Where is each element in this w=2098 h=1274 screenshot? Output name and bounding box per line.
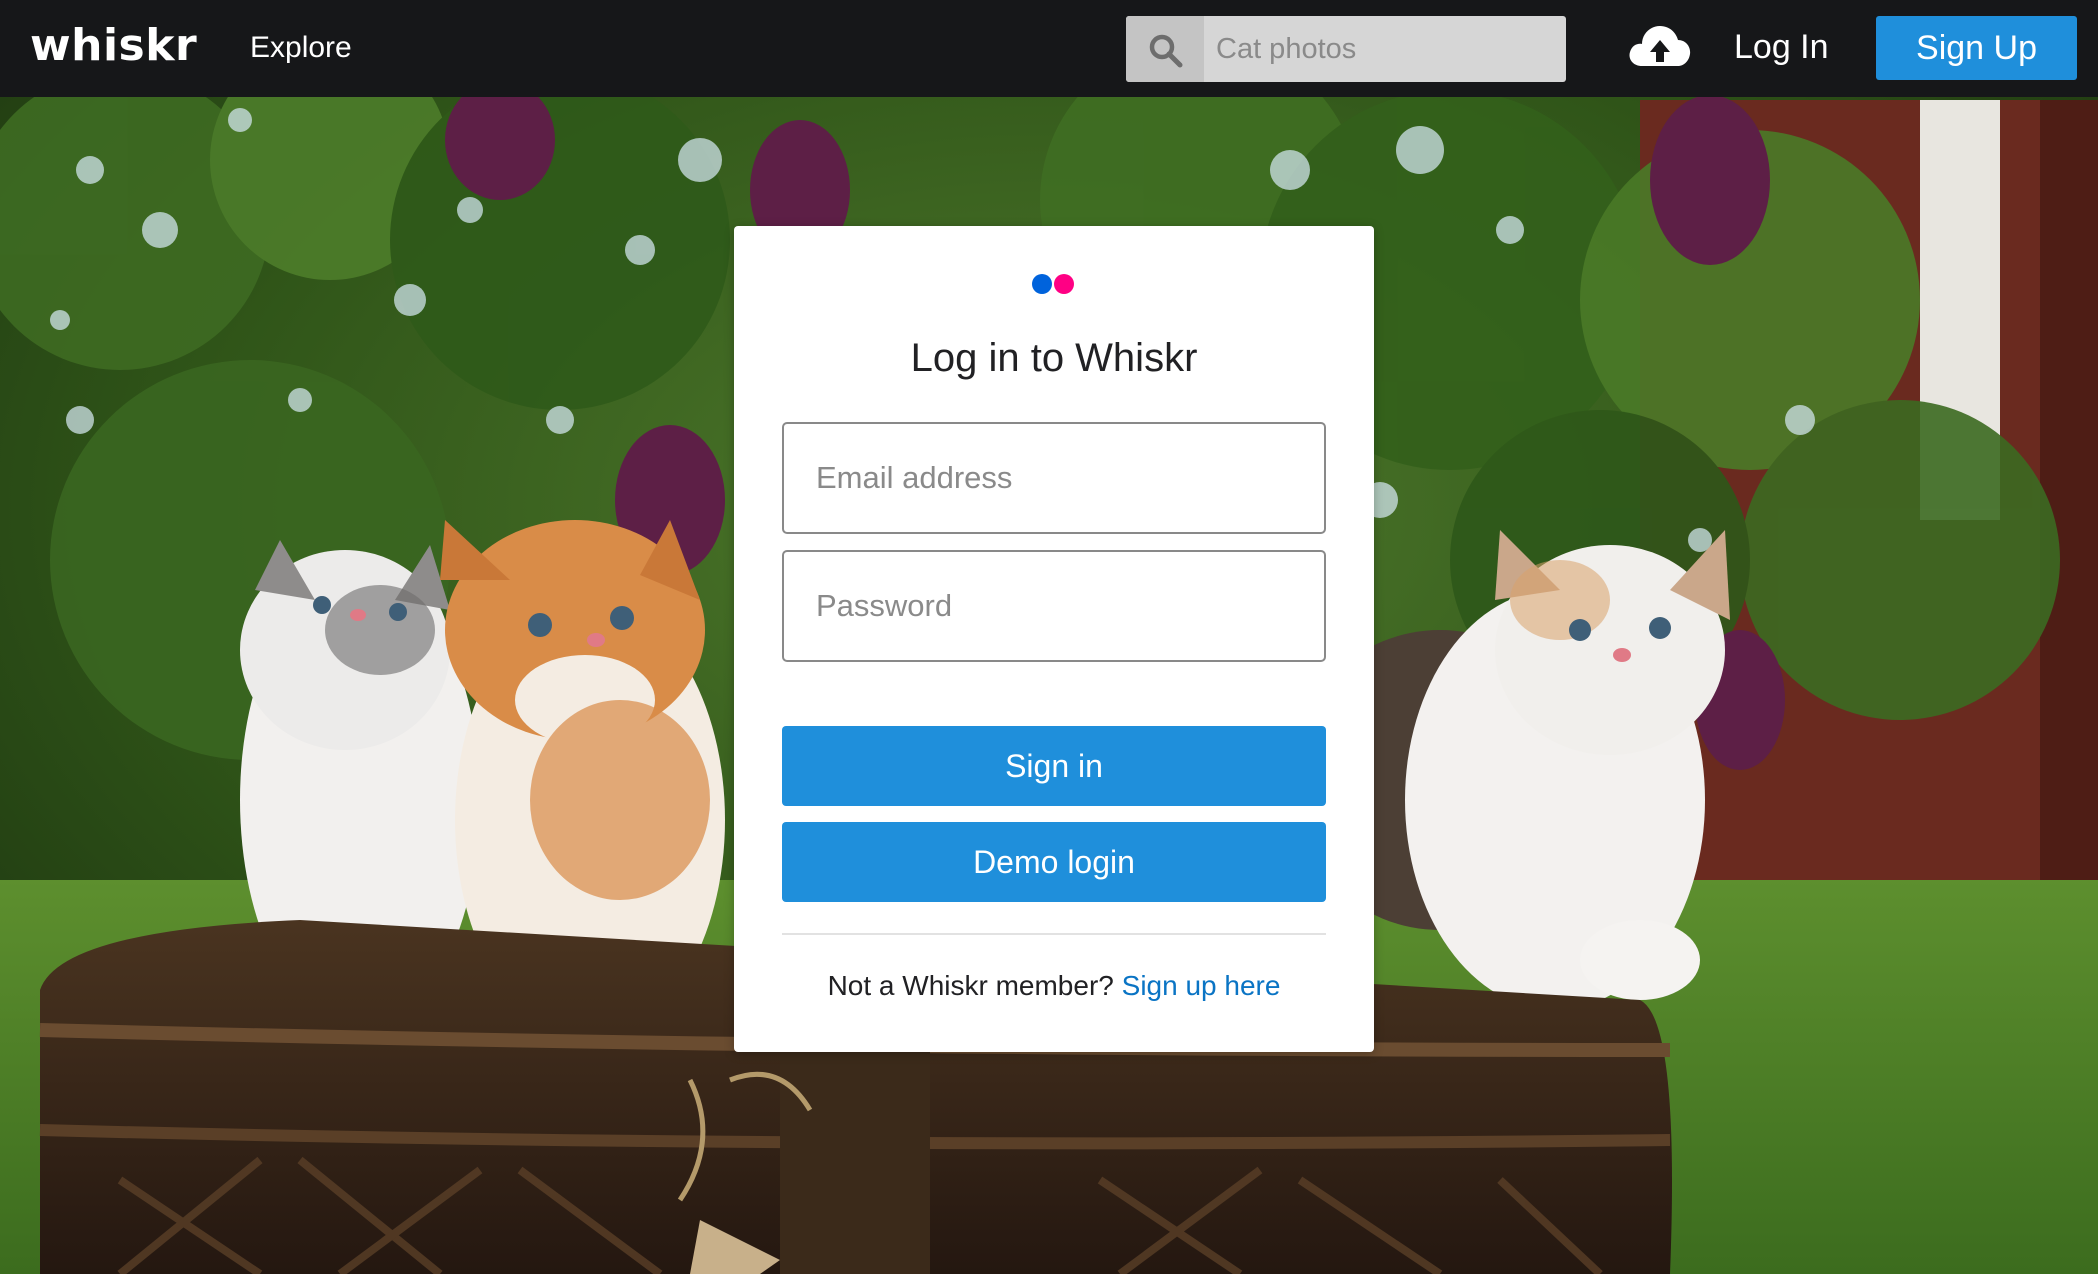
email-field[interactable] [782, 422, 1326, 534]
nav-login-link[interactable]: Log In [1734, 28, 1829, 67]
brand-dot-pink [1054, 274, 1074, 294]
signup-prompt-text: Not a Whiskr member? [827, 970, 1122, 1001]
password-field[interactable] [782, 550, 1326, 662]
search-input[interactable] [1212, 16, 1552, 82]
nav-signup-button[interactable]: Sign Up [1876, 16, 2077, 80]
site-logo[interactable]: whiskr [30, 20, 197, 71]
signup-prompt: Not a Whiskr member? Sign up here [734, 970, 1374, 1002]
login-card: Log in to Whiskr Sign in Demo login Not … [734, 226, 1374, 1052]
sign-in-button[interactable]: Sign in [782, 726, 1326, 806]
login-title: Log in to Whiskr [910, 336, 1198, 380]
nav-explore-link[interactable]: Explore [250, 31, 352, 65]
cloud-upload-icon[interactable] [1628, 22, 1692, 75]
sign-up-link[interactable]: Sign up here [1122, 970, 1281, 1001]
divider [782, 933, 1326, 935]
top-nav: whiskr Explore Log In Sign Up [0, 0, 2098, 97]
brand-dots-icon [1032, 274, 1078, 294]
brand-dot-blue [1032, 274, 1052, 294]
search-icon[interactable] [1126, 16, 1204, 82]
search-bar [1126, 16, 1566, 82]
demo-login-button[interactable]: Demo login [782, 822, 1326, 902]
